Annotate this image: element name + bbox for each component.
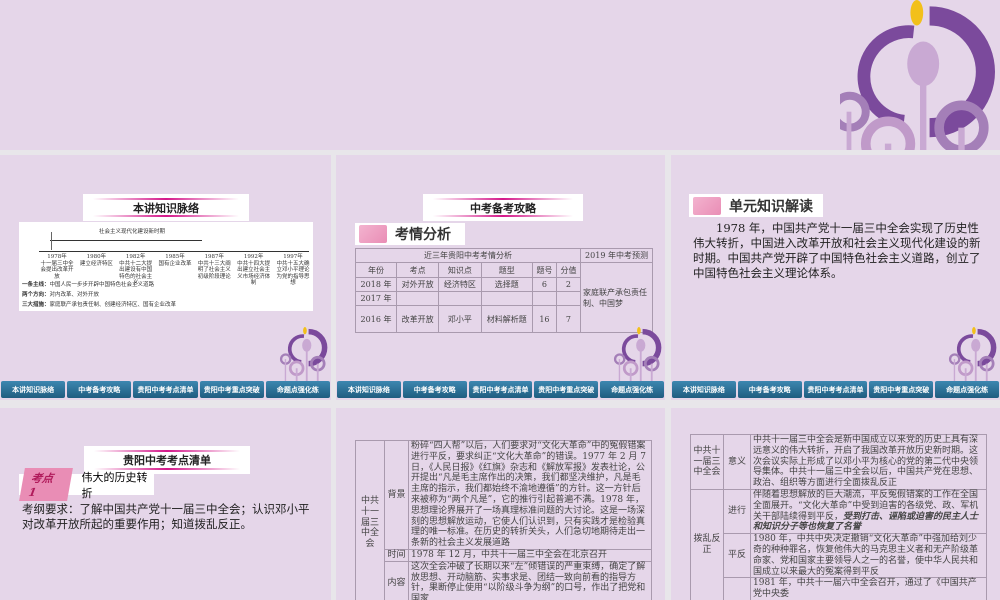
nav-button-1[interactable]: 本讲知识脉络 (672, 381, 736, 398)
nav-button-3[interactable]: 贵阳中考考点清单 (468, 381, 533, 398)
nav-button-5[interactable]: 命题点强化练 (265, 381, 331, 398)
prediction-cell: 家庭联产承包责任制、中国梦 (580, 262, 653, 333)
summary-key: 两个方向： (22, 292, 50, 298)
section-heading: 考情分析 (355, 223, 465, 245)
timeline-event: 国有企业改革 (158, 260, 192, 267)
table-header: 年份 (354, 262, 398, 278)
exam-point-topic: 伟大的历史转折 (81, 470, 148, 500)
table-cell: 2016 年 (354, 305, 398, 333)
slide-thumbnail-5[interactable]: 中共十一届三中全会 背景 粉碎“四人帮”以后，人们要求对“文化大革命”中的冤假错案进… (336, 408, 665, 600)
flower-decoration-icon (840, 0, 1000, 150)
timeline-event: 建立经济特区 (79, 260, 113, 267)
plenum-table: 中共十一届三中全会 背景 粉碎“四人帮”以后，人们要求对“文化大革命”中的冤假错案进… (355, 440, 652, 600)
slide-title-banner: 中考备考攻略 (423, 194, 583, 221)
slide-thumbnail-2[interactable]: 中考备考攻略 考情分析 近三年贵阳中考考情分析 2019 年中考预测 年份 考点 知识… (336, 155, 665, 400)
nav-button-4[interactable]: 贵阳中考重点突破 (869, 381, 934, 398)
table-cell: 6 (531, 277, 557, 292)
summary-value: 中国人民一步步开辟中国特色社会主义道路 (49, 282, 155, 288)
slide-thumbnail-3[interactable]: 单元知识解读 1978 年，中国共产党十一届三中全会实现了历史性伟大转折，中国进… (671, 155, 1000, 400)
section-heading: 单元知识解读 (689, 194, 823, 217)
table-cell (480, 291, 533, 306)
slide-thumbnail-1[interactable]: 本讲知识脉络 社会主义现代化建设新时期 1978年 十一届三中全会提出改革开放 19… (0, 155, 331, 400)
exam-point-heading: 考点 1 伟大的历史转折 (19, 468, 154, 501)
slide-nav-bar: 本讲知识脉络 中考备考攻略 贵阳中考考点清单 贵阳中考重点突破 命题点强化练 (671, 381, 1000, 398)
table-cell (438, 291, 482, 306)
nav-button-4[interactable]: 贵阳中考重点突破 (534, 381, 599, 398)
table-cell: 16 (531, 305, 557, 333)
nav-button-2[interactable]: 中考备考攻略 (67, 381, 132, 398)
table-cell: 2 (555, 277, 582, 292)
summary-key: 一条主线： (22, 282, 50, 288)
slide-thumbnail-previous[interactable] (0, 0, 1000, 150)
table-header: 题号 (531, 262, 557, 278)
table-header: 分值 (555, 262, 582, 278)
pages-icon (359, 225, 387, 243)
nav-button-3[interactable]: 贵阳中考考点清单 (133, 381, 198, 398)
summary-line: 一条主线：中国人民一步步开辟中国特色社会主义道路 (22, 280, 176, 290)
period-label: 社会主义现代化建设新时期 (99, 229, 166, 235)
timeline-event: 中共十五大确立邓小平理论为党的指导思想 (276, 260, 310, 287)
exam-point-tag: 考点 1 (19, 468, 73, 501)
slide-thumbnail-6[interactable]: 中共十一届三中全会 意义 中共十一届三中全会是新中国成立以来党的历史上具有深远意义的… (671, 408, 1000, 600)
table-cell (555, 291, 582, 306)
timeline-event: 中共十四大提出建立社会主义市场经济体制 (237, 260, 271, 287)
slide-title-banner: 本讲知识脉络 (83, 194, 249, 221)
flower-decoration-icon (948, 327, 998, 382)
slide-thumbnail-4[interactable]: 贵阳中考考点清单 考点 1 伟大的历史转折 考纲要求：了解中国共产党十一届三中全… (0, 408, 331, 600)
table-cell: 2018 年 (354, 277, 398, 292)
summary-value: 家庭联产承包责任制、创建经济特区、国有企业改革 (49, 302, 177, 308)
nav-button-1[interactable]: 本讲知识脉络 (337, 381, 401, 398)
table-cell: 选择题 (480, 277, 533, 292)
table-cell: 经济特区 (438, 277, 482, 292)
timeline-event: 十一届三中全会提出改革开放 (40, 260, 74, 280)
nav-button-5[interactable]: 命题点强化练 (600, 381, 664, 398)
table-cell-1981: 1981 年，中共十一届六中全会召开，通过了《中国共产党中央委 (750, 577, 987, 600)
table-header: 知识点 (438, 262, 482, 278)
syllabus-text: 考纲要求：了解中国共产党十一届三中全会；认识邓小平对改革开放所起的重要作用；知道… (22, 502, 310, 531)
knowledge-timeline-diagram: 社会主义现代化建设新时期 1978年 十一届三中全会提出改革开放 1980年 建立经济… (19, 222, 313, 311)
nav-button-4[interactable]: 贵阳中考重点突破 (199, 381, 264, 398)
flower-decoration-icon (279, 327, 329, 382)
unit-summary-text: 1978 年，中国共产党十一届三中全会实现了历史性伟大转折，中国进入改革开放和社… (693, 221, 981, 280)
table-cell (396, 291, 440, 306)
table-cell: 2017 年 (354, 291, 398, 306)
nav-button-5[interactable]: 命题点强化练 (935, 381, 999, 398)
flower-decoration-icon (613, 327, 663, 382)
table-header: 题型 (480, 262, 533, 278)
nav-button-2[interactable]: 中考备考攻略 (402, 381, 467, 398)
timeline-event: 中共十三大阐明了社会主义初级阶段理论 (197, 260, 231, 280)
slide-nav-bar: 本讲知识脉络 中考备考攻略 贵阳中考考点清单 贵阳中考重点突破 命题点强化练 (0, 381, 331, 398)
summary-line: 两个方向：对内改革、对外开放 (22, 290, 176, 300)
summary-key: 三大措施： (22, 302, 50, 308)
nav-button-2[interactable]: 中考备考攻略 (737, 381, 802, 398)
slide-nav-bar: 本讲知识脉络 中考备考攻略 贵阳中考考点清单 贵阳中考重点突破 命题点强化练 (336, 381, 665, 398)
table-cell: 对外开放 (396, 277, 440, 292)
table-cell: 7 (555, 305, 582, 333)
significance-table: 中共十一届三中全会 意义 中共十一届三中全会是新中国成立以来党的历史上具有深远意义的… (690, 434, 987, 600)
table-cell: 材料解析题 (480, 305, 533, 333)
table-header: 考点 (396, 262, 440, 278)
timeline-item: 1992年 中共十四大提出建立社会主义市场经济体制 (236, 254, 272, 287)
timeline-item: 1997年 中共十五大确立邓小平理论为党的指导思想 (275, 254, 311, 287)
summary-line: 三大措施：家庭联产承包责任制、创建经济特区、国有企业改革 (22, 300, 176, 310)
table-cell (531, 291, 557, 306)
table-cell: 邓小平 (438, 305, 482, 333)
table-cell: 改革开放 (396, 305, 440, 333)
pages-icon (693, 196, 721, 215)
nav-button-3[interactable]: 贵阳中考考点清单 (803, 381, 868, 398)
exam-analysis-table: 近三年贵阳中考考情分析 2019 年中考预测 年份 考点 知识点 题型 题号 分值 家庭联产承… (354, 248, 653, 333)
timeline-item: 1987年 中共十三大阐明了社会主义初级阶段理论 (196, 254, 232, 287)
summary-value: 对内改革、对外开放 (49, 292, 100, 298)
nav-button-1[interactable]: 本讲知识脉络 (1, 381, 66, 398)
